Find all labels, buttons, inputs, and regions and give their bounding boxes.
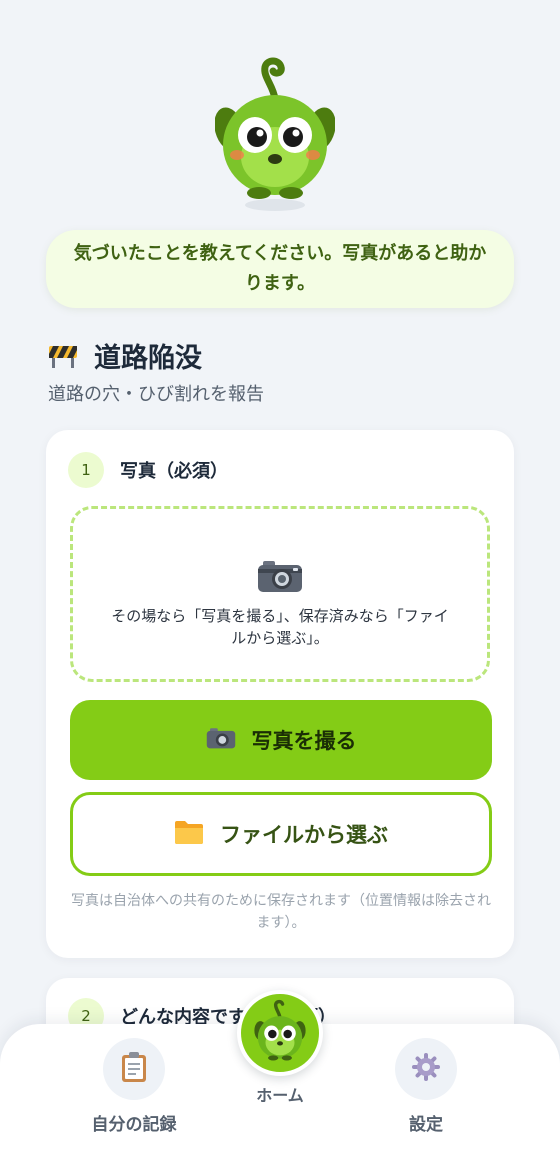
privacy-note: 写真は自治体への共有のために保存されます（位置情報は除去されます）。 (71, 893, 491, 931)
photo-dropzone[interactable]: その場なら「写真を撮る」、保存済みなら「ファイルから選ぶ」。 (70, 506, 490, 682)
folder-icon (174, 819, 204, 850)
nav-settings-circle (395, 1038, 457, 1100)
nav-home-label: ホーム (256, 1086, 304, 1105)
take-photo-label: 写真を撮る (251, 729, 357, 753)
category-title: 道路陥没 (94, 343, 202, 374)
take-photo-button[interactable]: 写真を撮る (70, 700, 492, 780)
choose-file-button[interactable]: ファイルから選ぶ (70, 792, 492, 876)
nav-records-button[interactable]: 自分の記録 (82, 1038, 186, 1135)
step-number-badge: 1 (68, 452, 104, 488)
nav-settings-label: 設定 (409, 1115, 443, 1135)
mascot-icon (248, 999, 312, 1067)
choose-file-label: ファイルから選ぶ (220, 823, 388, 847)
speech-text: 気づいたことを教えてください。写真があると助かります。 (73, 243, 487, 294)
step-label: 写真（必須） (120, 461, 228, 482)
gear-icon (411, 1052, 441, 1086)
category-subtitle: 道路の穴・ひび割れを報告 (48, 384, 264, 405)
report-page: 気づいたことを教えてください。写真があると助かります。 道路陥没 道路の穴・ひび… (0, 0, 560, 1149)
nav-settings-button[interactable]: 設定 (374, 1038, 478, 1135)
road-barrier-icon (48, 340, 78, 372)
nav-records-label: 自分の記録 (91, 1115, 177, 1135)
mascot-speech-bubble: 気づいたことを教えてください。写真があると助かります。 (46, 230, 514, 308)
photo-step-card: 1 写真（必須） その場なら「写真を撮る」、保存済みなら「ファイルから選ぶ」。 (46, 430, 514, 958)
nav-records-circle (103, 1038, 165, 1100)
camera-icon (206, 727, 236, 754)
category-header: 道路陥没 (48, 336, 202, 375)
nav-home-button[interactable]: ホーム (230, 990, 330, 1106)
nav-home-circle (237, 990, 323, 1076)
dropzone-instructions: その場なら「写真を撮る」、保存済みなら「ファイルから選ぶ」。 (111, 607, 449, 647)
step-header: 1 写真（必須） (68, 452, 228, 488)
mascot-image (214, 55, 336, 215)
camera-icon (257, 539, 303, 605)
clipboard-icon (120, 1051, 148, 1087)
